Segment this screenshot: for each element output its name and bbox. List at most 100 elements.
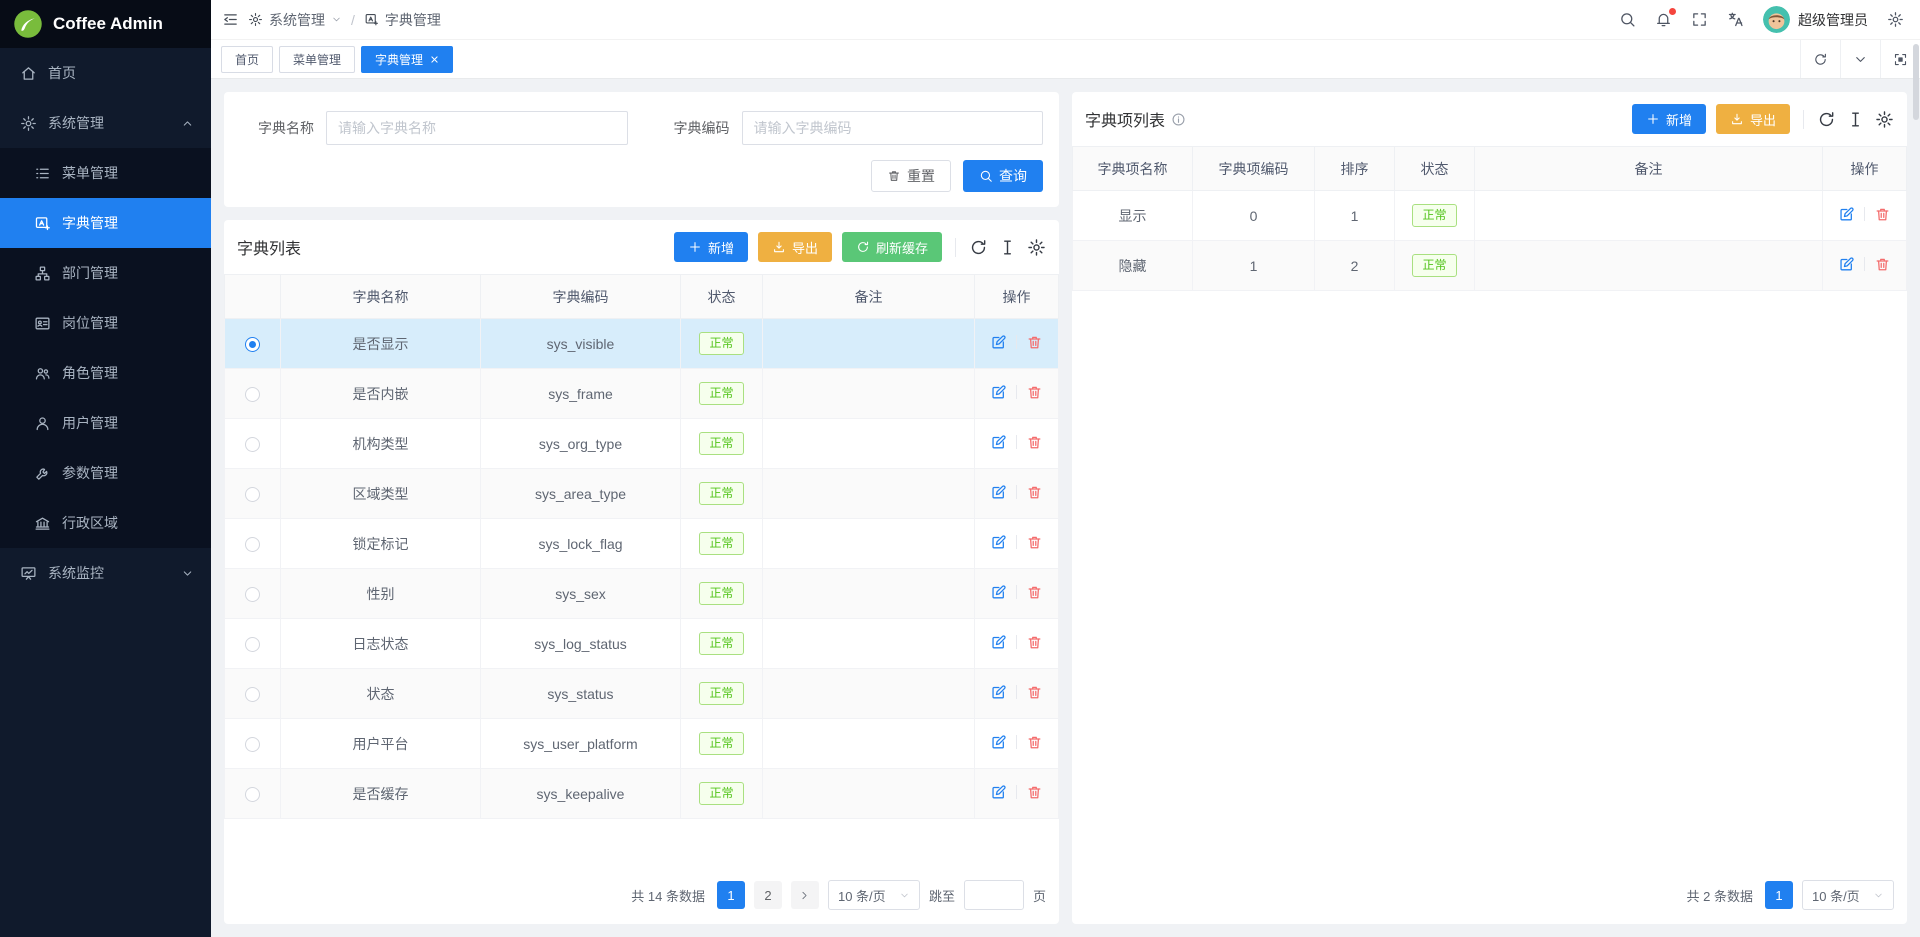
row-radio[interactable]	[245, 337, 260, 352]
row-radio[interactable]	[245, 687, 260, 702]
edit-icon[interactable]	[990, 484, 1007, 501]
table-row[interactable]: 锁定标记 sys_lock_flag 正常	[225, 519, 1059, 569]
settings-gear-icon[interactable]	[1887, 11, 1904, 28]
sidebar-item-dept[interactable]: 部门管理	[0, 248, 211, 298]
delete-icon[interactable]	[1874, 206, 1891, 223]
sidebar-item-home[interactable]: 首页	[0, 48, 211, 98]
tab-refresh-button[interactable]	[1800, 40, 1840, 78]
edit-icon[interactable]	[990, 384, 1007, 401]
dict-code-cell: sys_keepalive	[481, 769, 681, 819]
tab-1[interactable]: 菜单管理	[279, 46, 355, 73]
column-settings-icon[interactable]	[1875, 110, 1894, 129]
table-row[interactable]: 日志状态 sys_log_status 正常	[225, 619, 1059, 669]
table-row[interactable]: 是否显示 sys_visible 正常	[225, 319, 1059, 369]
page-numbers: 12	[717, 881, 782, 909]
add-button[interactable]: 新增	[674, 232, 748, 262]
search-icon[interactable]	[1619, 11, 1636, 28]
sidebar-item-dict[interactable]: 字典管理	[0, 198, 211, 248]
sidebar-item-monitor[interactable]: 系统监控	[0, 548, 211, 598]
sidebar-item-menu[interactable]: 菜单管理	[0, 148, 211, 198]
edit-icon[interactable]	[990, 784, 1007, 801]
page-number-1[interactable]: 1	[717, 881, 745, 909]
column-settings-icon[interactable]	[1027, 238, 1046, 257]
delete-icon[interactable]	[1874, 256, 1891, 273]
item-export-button[interactable]: 导出	[1716, 104, 1790, 134]
refresh-cache-button[interactable]: 刷新缓存	[842, 232, 942, 262]
delete-icon[interactable]	[1026, 434, 1043, 451]
next-page-button[interactable]	[791, 881, 819, 909]
edit-icon[interactable]	[1838, 256, 1855, 273]
item-add-button[interactable]: 新增	[1632, 104, 1706, 134]
table-row[interactable]: 是否缓存 sys_keepalive 正常	[225, 769, 1059, 819]
table-refresh-icon[interactable]	[1817, 110, 1836, 129]
table-row[interactable]: 性别 sys_sex 正常	[225, 569, 1059, 619]
query-button[interactable]: 查询	[963, 160, 1043, 192]
info-icon[interactable]	[1171, 112, 1186, 127]
delete-icon[interactable]	[1026, 584, 1043, 601]
column-header: 操作	[975, 275, 1059, 319]
row-radio[interactable]	[245, 637, 260, 652]
edit-icon[interactable]	[990, 634, 1007, 651]
fullscreen-icon[interactable]	[1691, 11, 1708, 28]
translate-icon[interactable]	[1727, 11, 1744, 28]
table-row[interactable]: 区域类型 sys_area_type 正常	[225, 469, 1059, 519]
delete-icon[interactable]	[1026, 334, 1043, 351]
row-density-icon[interactable]	[998, 238, 1017, 257]
row-density-icon[interactable]	[1846, 110, 1865, 129]
edit-icon[interactable]	[990, 434, 1007, 451]
row-radio[interactable]	[245, 587, 260, 602]
tab-0[interactable]: 首页	[221, 46, 273, 73]
breadcrumb-parent[interactable]: 系统管理	[248, 10, 342, 30]
edit-icon[interactable]	[990, 334, 1007, 351]
row-radio[interactable]	[245, 737, 260, 752]
edit-icon[interactable]	[990, 584, 1007, 601]
jump-page-input[interactable]	[964, 880, 1024, 910]
table-header-row: 字典名称字典编码状态备注操作	[225, 275, 1059, 319]
row-radio[interactable]	[245, 787, 260, 802]
edit-icon[interactable]	[990, 684, 1007, 701]
row-radio[interactable]	[245, 487, 260, 502]
row-radio[interactable]	[245, 387, 260, 402]
page-size-select[interactable]: 10 条/页	[828, 880, 920, 910]
menu-fold-icon[interactable]	[222, 11, 239, 28]
edit-icon[interactable]	[1838, 206, 1855, 223]
edit-icon[interactable]	[990, 734, 1007, 751]
tab-menu-button[interactable]	[1840, 40, 1880, 78]
dict-name-input[interactable]	[326, 111, 628, 145]
row-radio[interactable]	[245, 437, 260, 452]
sidebar-item-system[interactable]: 系统管理	[0, 98, 211, 148]
table-refresh-icon[interactable]	[969, 238, 988, 257]
sidebar-item-role[interactable]: 角色管理	[0, 348, 211, 398]
export-button[interactable]: 导出	[758, 232, 832, 262]
user-menu[interactable]: 超级管理员	[1763, 6, 1868, 33]
row-radio[interactable]	[245, 537, 260, 552]
app-logo[interactable]: Coffee Admin	[0, 0, 211, 48]
sidebar-item-user[interactable]: 用户管理	[0, 398, 211, 448]
delete-icon[interactable]	[1026, 684, 1043, 701]
page-number-1[interactable]: 1	[1765, 881, 1793, 909]
table-row[interactable]: 是否内嵌 sys_frame 正常	[225, 369, 1059, 419]
edit-icon[interactable]	[990, 534, 1007, 551]
table-row[interactable]: 状态 sys_status 正常	[225, 669, 1059, 719]
dict-code-input[interactable]	[742, 111, 1044, 145]
notifications-button[interactable]	[1655, 11, 1672, 28]
delete-icon[interactable]	[1026, 634, 1043, 651]
table-row[interactable]: 用户平台 sys_user_platform 正常	[225, 719, 1059, 769]
page-number-2[interactable]: 2	[754, 881, 782, 909]
delete-icon[interactable]	[1026, 484, 1043, 501]
reset-button[interactable]: 重置	[871, 160, 951, 192]
column-header: 字典项编码	[1193, 147, 1315, 191]
delete-icon[interactable]	[1026, 384, 1043, 401]
close-icon[interactable]	[430, 55, 439, 64]
table-row[interactable]: 机构类型 sys_org_type 正常	[225, 419, 1059, 469]
row-actions	[990, 384, 1043, 401]
tab-2[interactable]: 字典管理	[361, 46, 453, 73]
page-size-select[interactable]: 10 条/页	[1802, 880, 1894, 910]
sidebar-item-region[interactable]: 行政区域	[0, 498, 211, 548]
page-scrollbar[interactable]	[1913, 44, 1919, 120]
delete-icon[interactable]	[1026, 784, 1043, 801]
delete-icon[interactable]	[1026, 734, 1043, 751]
delete-icon[interactable]	[1026, 534, 1043, 551]
sidebar-item-param[interactable]: 参数管理	[0, 448, 211, 498]
sidebar-item-post[interactable]: 岗位管理	[0, 298, 211, 348]
